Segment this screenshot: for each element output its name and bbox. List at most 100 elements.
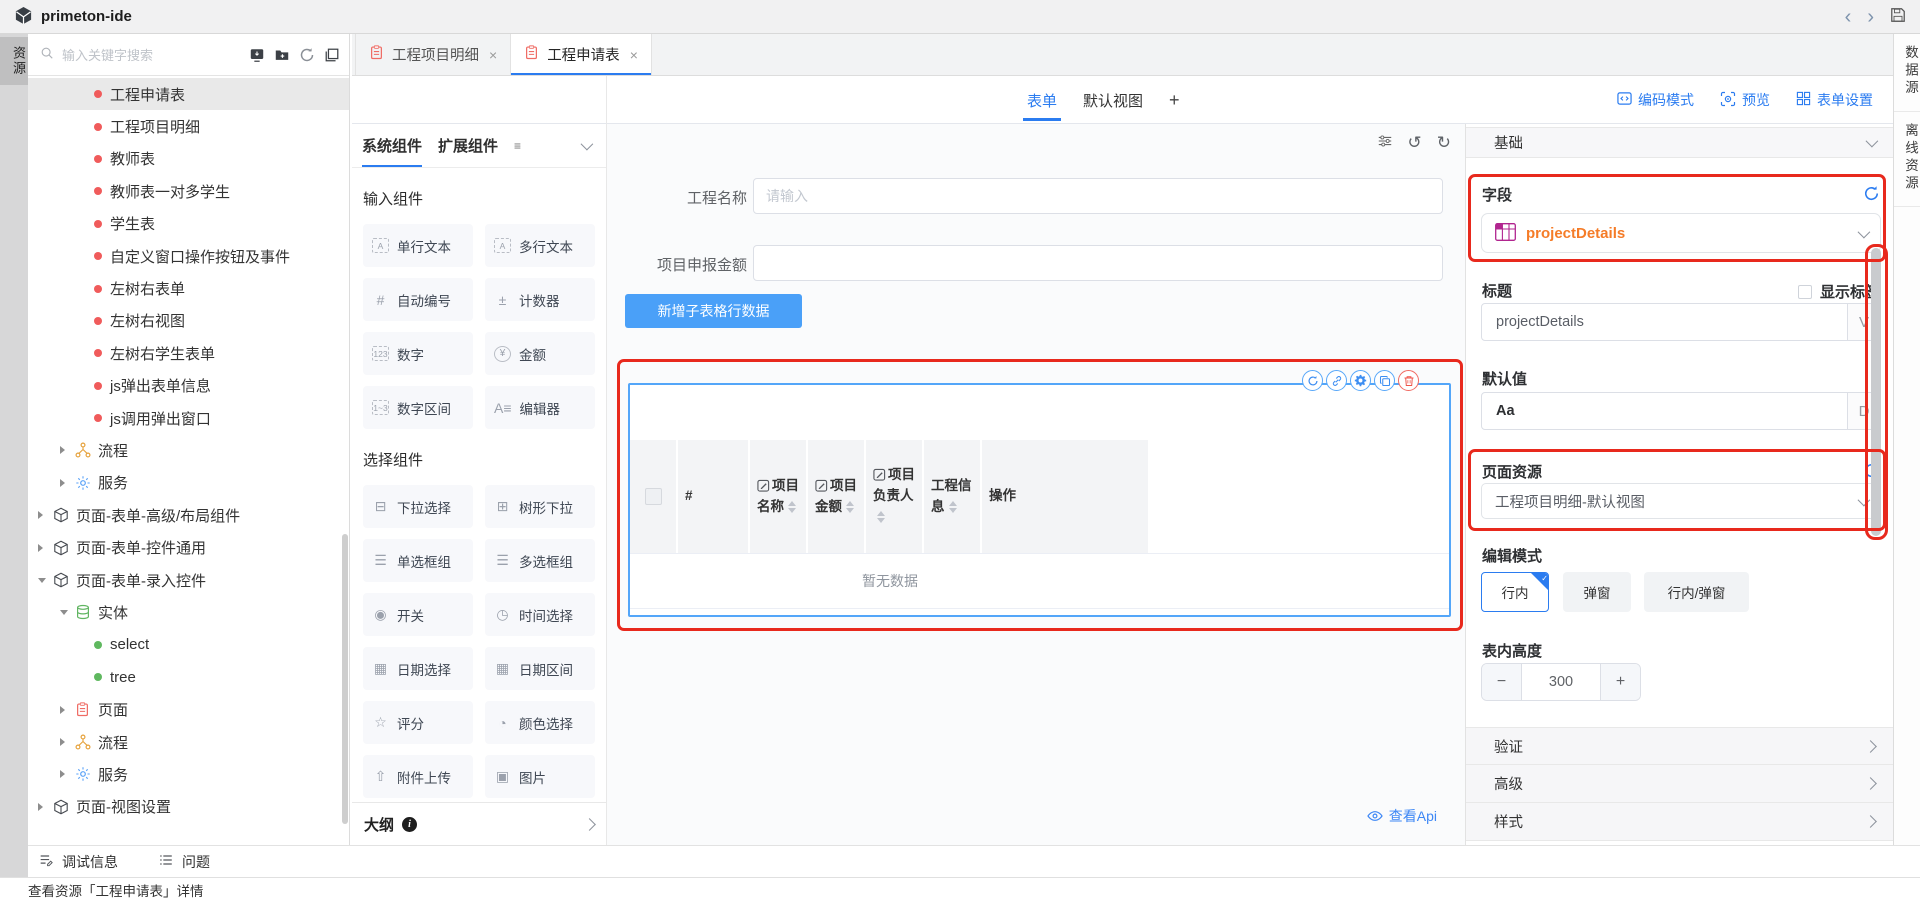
add-view-button[interactable]: + [1169,90,1180,111]
forward-icon[interactable]: › [1867,7,1874,27]
adjust-icon[interactable] [1377,133,1393,152]
expand-arrow-icon[interactable] [60,770,74,778]
tree-item[interactable]: 页面-表单-录入控件 [28,564,349,596]
copy-widget-button[interactable] [1374,370,1395,391]
expand-arrow-icon[interactable] [38,511,52,519]
resources-rail-tab[interactable]: 资源 [0,37,28,85]
page-resource-select[interactable]: 工程项目明细-默认视图 [1481,483,1881,519]
tree-item[interactable]: 工程项目明细 [28,110,349,142]
select-all-checkbox[interactable] [645,488,662,505]
increase-button[interactable]: + [1600,664,1640,700]
tree-item[interactable]: 页面 [28,693,349,725]
palette-component[interactable]: ☰多选框组 [485,539,595,582]
tree-item[interactable]: 学生表 [28,208,349,240]
tree-item[interactable]: 页面-表单-高级/布局组件 [28,499,349,531]
title-input[interactable]: projectDetails V [1481,303,1881,341]
palette-component[interactable]: ⊟下拉选择 [363,485,473,528]
redo-icon[interactable]: ↻ [1437,134,1451,151]
palette-component[interactable]: 1~3数字区间 [363,386,473,429]
tree-item[interactable]: 流程 [28,726,349,758]
add-subtable-row-button[interactable]: 新增子表格行数据 [625,294,802,328]
edit-mode-option[interactable]: 行内✓ [1481,572,1549,612]
tree-item[interactable]: 左树右视图 [28,305,349,337]
tree-item[interactable]: 左树右学生表单 [28,337,349,369]
column-header[interactable]: 项目负责人 [873,465,915,528]
expand-arrow-icon[interactable] [60,479,74,487]
palette-tab[interactable]: 系统组件 [362,124,422,167]
tree-item[interactable]: select [28,629,349,661]
form-settings-button[interactable]: 表单设置 [1796,90,1873,110]
tree-item[interactable]: 教师表一对多学生 [28,175,349,207]
tree-item[interactable]: 流程 [28,434,349,466]
explorer-scrollbar[interactable] [342,534,348,824]
view-api-link[interactable]: 查看Api [1367,806,1437,826]
palette-component[interactable]: 123数字 [363,332,473,375]
search-input[interactable]: 输入关键字搜索 [62,45,153,64]
palette-component[interactable]: ¥金额 [485,332,595,375]
column-header[interactable]: 工程信息 [931,476,973,518]
undo-icon[interactable]: ↺ [1408,134,1422,151]
sort-icon[interactable] [877,507,885,527]
close-icon[interactable]: × [630,47,638,63]
palette-component[interactable]: ⊞树形下拉 [485,485,595,528]
tree-item[interactable]: js弹出表单信息 [28,370,349,402]
tree-item[interactable]: 实体 [28,596,349,628]
column-header[interactable]: 操作 [989,486,1016,507]
show-label-checkbox[interactable] [1798,285,1812,299]
expand-arrow-icon[interactable] [60,738,74,746]
chevron-down-icon[interactable] [581,138,594,151]
table-height-value[interactable]: 300 [1522,664,1600,700]
column-header[interactable]: 项目金额 [815,476,857,518]
palette-tab[interactable]: 扩展组件 [438,124,498,167]
refresh-widget-button[interactable] [1302,370,1323,391]
collapse-arrow-icon[interactable] [60,610,74,615]
right-rail-tab[interactable]: 离线资源 [1894,112,1920,207]
palette-component[interactable]: ▣图片 [485,755,595,798]
palette-component[interactable]: ◉开关 [363,593,473,636]
tree-item[interactable]: 页面-表单-控件通用 [28,531,349,563]
palette-component[interactable]: ◷时间选择 [485,593,595,636]
tree-item[interactable]: 服务 [28,758,349,790]
view-tab[interactable]: 默认视图 [1083,76,1143,124]
palette-component[interactable]: ☆评分 [363,701,473,744]
inspector-scrollbar[interactable] [1871,248,1881,536]
collapse-arrow-icon[interactable] [38,578,52,583]
editor-tab[interactable]: 工程项目明细× [355,34,511,75]
inspector-section[interactable]: 验证 [1466,727,1893,765]
back-icon[interactable]: ‹ [1845,7,1852,27]
view-tab[interactable]: 表单 [1027,76,1057,124]
palette-component[interactable]: ±计数器 [485,278,595,321]
palette-component[interactable]: ▦日期选择 [363,647,473,690]
tree-item[interactable]: js调用弹出窗口 [28,402,349,434]
refresh-icon[interactable] [298,46,316,64]
preview-button[interactable]: 预览 [1720,90,1770,110]
inspector-section[interactable]: 高级 [1466,765,1893,803]
field-select[interactable]: projectDetails [1481,213,1881,253]
project-name-input[interactable]: 请输入 [753,178,1443,214]
editor-tab[interactable]: 工程申请表× [511,34,652,75]
collapse-panel-icon[interactable] [323,46,341,64]
expand-arrow-icon[interactable] [38,803,52,811]
inspector-header[interactable]: 基础 [1466,127,1893,158]
palette-component[interactable]: ◔颜色选择 [485,701,595,744]
edit-mode-option[interactable]: 行内/弹窗 [1644,572,1749,612]
palette-component[interactable]: #自动编号 [363,278,473,321]
import-resource-icon[interactable] [248,46,266,64]
bind-link-button[interactable] [1326,370,1347,391]
right-rail-tab[interactable]: 数据源 [1894,34,1920,112]
column-header[interactable]: 项目名称 [757,476,799,518]
default-value-input[interactable]: Aa D [1481,392,1881,430]
expand-arrow-icon[interactable] [38,544,52,552]
inspector-section[interactable]: 样式 [1466,803,1893,841]
tree-item[interactable]: 服务 [28,467,349,499]
palette-menu-icon[interactable]: ≡ [514,139,521,153]
tree-item[interactable]: 工程申请表 [28,78,349,110]
close-icon[interactable]: × [489,47,497,63]
outline-row[interactable]: 大纲 i [352,802,606,845]
delete-widget-button[interactable] [1398,370,1419,391]
sort-icon[interactable] [846,497,854,517]
tree-item[interactable]: 自定义窗口操作按钮及事件 [28,240,349,272]
expand-arrow-icon[interactable] [60,446,74,454]
sort-icon[interactable] [788,497,796,517]
palette-component[interactable]: ☰单选框组 [363,539,473,582]
